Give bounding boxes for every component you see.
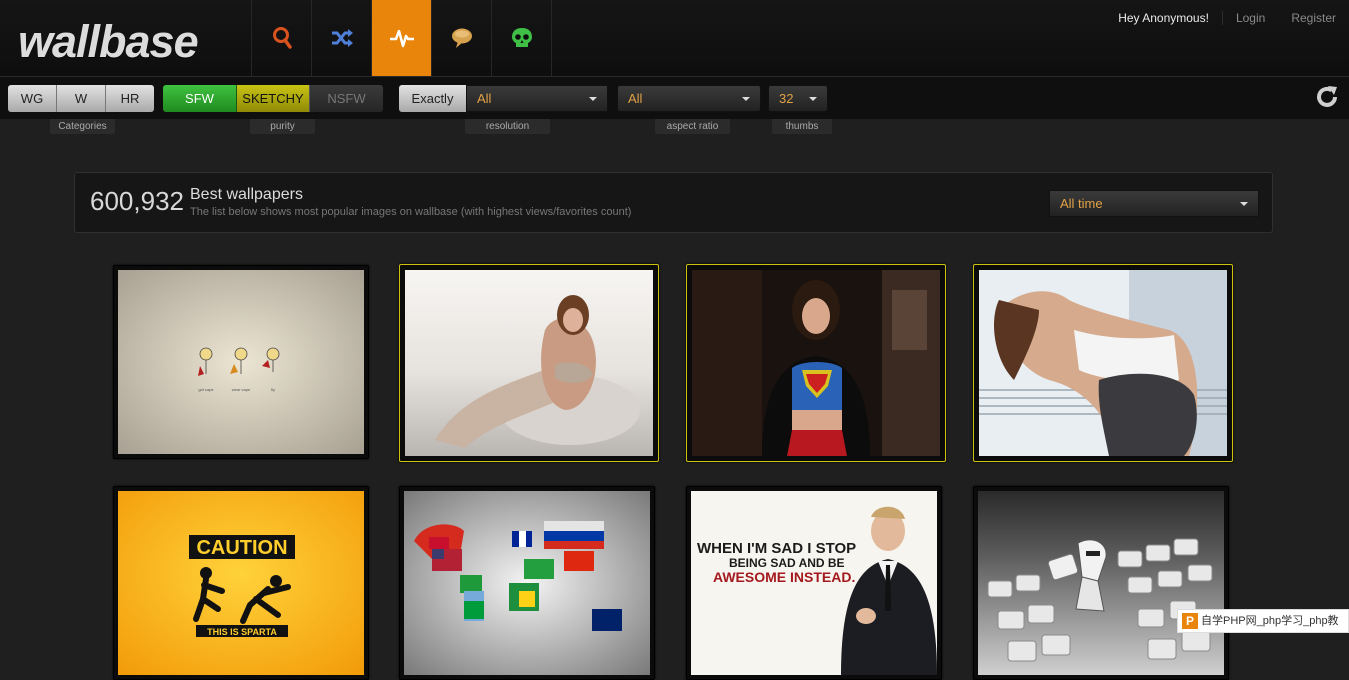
nav-toplist-button[interactable] [371, 0, 431, 76]
page-description: The list below shows most popular images… [190, 206, 632, 218]
login-link[interactable]: Login [1223, 11, 1278, 25]
resolution-label: resolution [465, 119, 550, 134]
thumb-image-caution-sign: CAUTION THIS IS SPARTA [118, 491, 364, 675]
resolution-select-value: All [477, 91, 492, 106]
purity-sfw-button[interactable]: SFW [163, 85, 237, 112]
watermark-text: 自学PHP网_php学习_php教 [1201, 615, 1339, 627]
thumbs-select-value: 32 [779, 91, 794, 106]
thumb-caption: CAUTION [196, 537, 287, 559]
aspect-ratio-label: aspect ratio [655, 119, 730, 134]
category-w-button[interactable]: W [57, 85, 106, 112]
random-icon [331, 29, 353, 47]
thumb-caption: BEING SAD AND BE [729, 556, 845, 570]
user-nav: Hey Anonymous! Login Register [1105, 0, 1349, 36]
search-icon [272, 27, 292, 49]
chevron-down-icon [742, 97, 750, 101]
aspect-ratio-select[interactable]: All [617, 85, 761, 112]
user-greeting: Hey Anonymous! [1105, 11, 1223, 25]
time-range-value: All time [1060, 196, 1103, 211]
wallpaper-thumb-favorited[interactable] [686, 264, 946, 462]
category-hr-button[interactable]: HR [106, 85, 154, 112]
wallpaper-thumb[interactable]: WHEN I'M SAD I STOP BEING SAD AND BE AWE… [686, 486, 942, 680]
watermark-logo: P [1182, 613, 1198, 629]
wallpaper-thumb[interactable]: got cape wear cape fly [113, 265, 369, 459]
thumb-caption: WHEN I'M SAD I STOP [697, 540, 856, 557]
purity-nsfw-button[interactable]: NSFW [310, 85, 383, 112]
wallpaper-count: 600,932 [90, 186, 184, 216]
purity-label: purity [250, 119, 315, 134]
wallpaper-thumb[interactable]: CAUTION THIS IS SPARTA [113, 486, 369, 680]
thumb-image-man-in-suit-quote: WHEN I'M SAD I STOP BEING SAD AND BE AWE… [691, 491, 937, 675]
thumb-caption: wear cape [232, 387, 251, 392]
resolution-select[interactable]: All [466, 85, 608, 112]
chevron-down-icon [589, 97, 597, 101]
pulse-icon [389, 29, 414, 48]
nav-random-nsfw-button[interactable] [491, 0, 552, 76]
resolution-mode-button[interactable]: Exactly [399, 85, 466, 112]
aspect-ratio-select-value: All [628, 91, 643, 106]
refresh-icon[interactable] [1315, 85, 1339, 109]
thumb-caption: AWESOME INSTEAD. [713, 569, 855, 585]
wallpaper-thumb[interactable] [973, 486, 1229, 680]
thumb-image-woman-on-carpet [405, 270, 653, 456]
thumbs-label: thumbs [772, 119, 832, 134]
thumb-image-woman-superman-shirt [692, 270, 940, 456]
category-buttons: WG W HR [8, 85, 154, 112]
page-title: Best wallpapers [190, 186, 303, 203]
chevron-down-icon [809, 97, 817, 101]
time-range-select[interactable]: All time [1049, 190, 1259, 217]
category-wg-button[interactable]: WG [8, 85, 57, 112]
thumb-caption: got cape [198, 387, 214, 392]
site-watermark: P 自学PHP网_php学习_php教 [1177, 609, 1349, 633]
chat-bubble-icon [451, 28, 472, 48]
categories-label: Categories [50, 119, 115, 134]
resolution-mode: Exactly [399, 85, 466, 112]
logo[interactable]: wallbase [18, 16, 199, 68]
purity-buttons: SFW SKETCHY NSFW [163, 85, 383, 112]
header: wallbase Hey Anonymous! Login Register [0, 0, 1349, 77]
chevron-down-icon [1240, 202, 1248, 206]
nav-random-button[interactable] [311, 0, 371, 76]
wallpaper-thumb-favorited[interactable] [399, 264, 659, 462]
nav-search-button[interactable] [251, 0, 311, 76]
thumbs-select[interactable]: 32 [768, 85, 828, 112]
toplist-info: 600,932 Best wallpapers The list below s… [74, 172, 1273, 233]
thumb-image-woman-by-window [979, 270, 1227, 456]
wallpaper-thumb[interactable] [399, 486, 655, 680]
wallpaper-thumb-favorited[interactable] [973, 264, 1233, 462]
purity-sketchy-button[interactable]: SKETCHY [237, 85, 310, 112]
thumb-image-world-flag-map [404, 491, 650, 675]
main-nav [251, 0, 552, 76]
thumb-caption: fly [271, 387, 275, 392]
skull-icon [511, 28, 532, 47]
register-link[interactable]: Register [1278, 11, 1349, 25]
thumb-image-cartoon-figures: got cape wear cape fly [118, 270, 364, 454]
nav-chat-button[interactable] [431, 0, 491, 76]
thumb-image-keyboard-stormtrooper [978, 491, 1224, 675]
